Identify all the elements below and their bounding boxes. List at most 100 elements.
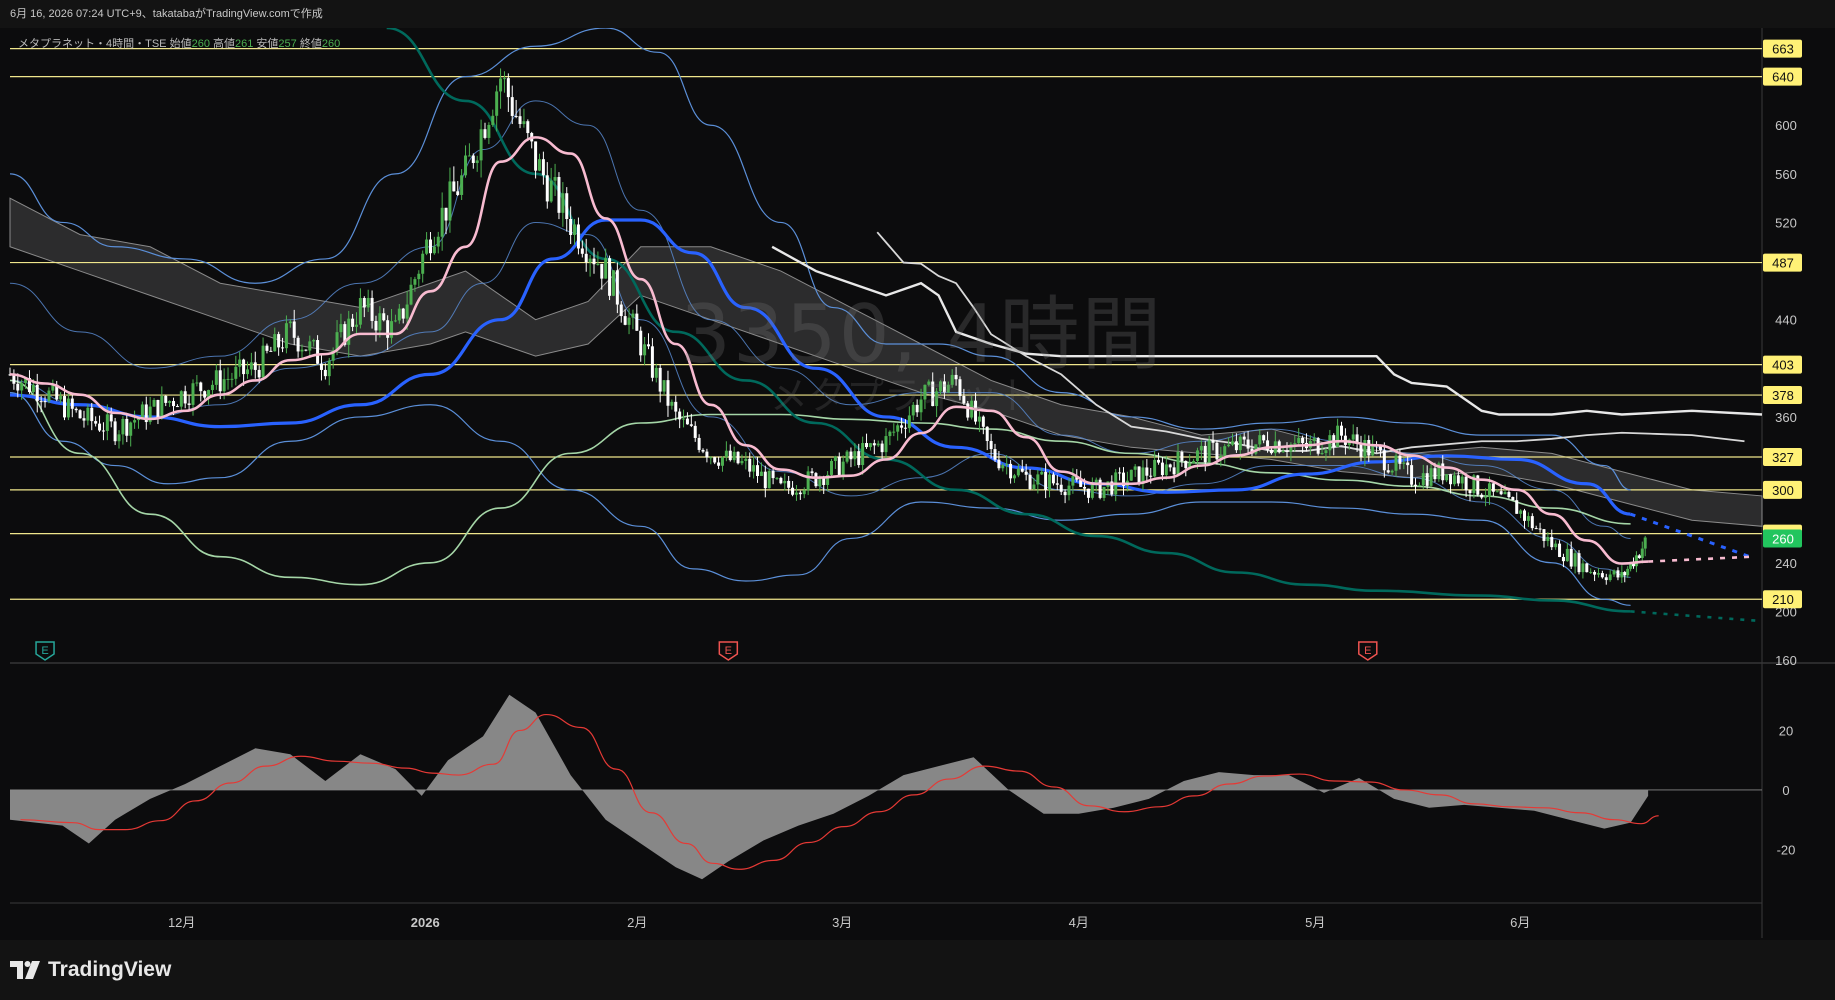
legend-open-value: 260 <box>191 38 210 50</box>
candle-down <box>1009 463 1013 479</box>
candle-down <box>1433 468 1437 480</box>
candle-down <box>74 408 78 411</box>
symbol-legend[interactable]: メタプラネット・4時間・TSE 始値260 高値261 安値257 終値260 <box>18 35 340 51</box>
candle-up <box>1016 468 1020 476</box>
candle-down <box>658 367 662 392</box>
candle-up <box>1581 563 1585 573</box>
time-axis-label: 6月 <box>1510 915 1530 930</box>
legend-high-label: 高値 <box>213 38 235 50</box>
candle-up <box>1129 469 1133 481</box>
candle-down <box>763 471 767 489</box>
candle-down <box>565 193 569 219</box>
candle-down <box>1051 474 1055 484</box>
candle-up <box>226 378 230 380</box>
candle-up <box>66 398 70 418</box>
candle-down <box>257 369 261 378</box>
candle-down <box>323 369 327 377</box>
candle-up <box>448 181 452 221</box>
candle-up <box>191 383 195 405</box>
candle-up <box>1484 496 1488 498</box>
candle-up <box>355 324 359 327</box>
candle-down <box>989 441 993 450</box>
candle-down <box>608 258 612 296</box>
candle-down <box>1406 462 1410 466</box>
candle-up <box>631 313 635 318</box>
candle-up <box>884 436 888 453</box>
candle-down <box>281 347 285 349</box>
candle-down <box>748 458 752 472</box>
candle-up <box>783 480 787 484</box>
candle-down <box>1359 443 1363 458</box>
candle-down <box>580 248 584 254</box>
candle-down <box>1340 425 1344 436</box>
candle-up <box>1176 451 1180 475</box>
candle-down <box>1456 475 1460 484</box>
price-axis-tick-label: 440 <box>1775 313 1797 328</box>
candle-down <box>557 177 561 213</box>
candle-down <box>880 443 884 453</box>
candle-up <box>1297 437 1301 444</box>
candle-down <box>791 487 795 495</box>
candle-down <box>1083 486 1087 489</box>
candle-down <box>351 318 355 327</box>
candle-up <box>234 366 238 379</box>
tradingview-logo[interactable]: TradingView <box>10 956 171 984</box>
candle-down <box>510 97 514 116</box>
price-axis-tick-label: 360 <box>1775 410 1797 425</box>
candle-up <box>892 431 896 433</box>
candle-up <box>121 418 125 435</box>
candle-up <box>312 340 316 342</box>
level-label-text: 300 <box>1772 483 1794 498</box>
candle-up <box>273 334 277 352</box>
candle-down <box>401 308 405 319</box>
candle-down <box>1593 571 1597 575</box>
candle-down <box>319 363 323 370</box>
candle-up <box>845 451 849 462</box>
candle-up <box>479 129 483 161</box>
time-axis-label: 12月 <box>168 915 195 930</box>
level-label-text: 487 <box>1772 256 1794 271</box>
candle-up <box>1320 452 1324 454</box>
candle-down <box>1301 437 1305 443</box>
candle-down <box>584 253 588 263</box>
candle-down <box>43 401 47 403</box>
tradingview-logo-icon <box>10 961 40 979</box>
candle-down <box>90 407 94 422</box>
candle-up <box>238 359 242 367</box>
oscillator-axis-tick-label: -20 <box>1777 842 1796 857</box>
candle-up <box>47 390 51 402</box>
candle-up <box>464 155 468 176</box>
candle-up <box>487 124 491 138</box>
candle-down <box>1059 484 1063 492</box>
candle-down <box>1577 553 1581 573</box>
candle-down <box>1024 471 1028 475</box>
candle-up <box>829 460 833 475</box>
candle-down <box>717 462 721 466</box>
candle-down <box>1285 450 1289 452</box>
candle-down <box>787 480 791 488</box>
candle-down <box>1137 466 1141 484</box>
candle-down <box>82 418 86 421</box>
candle-up <box>1589 571 1593 573</box>
candle-up <box>896 425 900 432</box>
candle-down <box>1168 464 1172 468</box>
candle-up <box>759 471 763 477</box>
candle-down <box>771 470 775 479</box>
candle-up <box>261 345 265 378</box>
candle-down <box>985 426 989 442</box>
legend-open-label: 始値 <box>169 38 192 50</box>
candle-down <box>514 115 518 117</box>
candle-up <box>168 401 172 403</box>
candle-down <box>483 129 487 138</box>
candle-down <box>277 334 281 348</box>
level-label-text: 210 <box>1772 592 1794 607</box>
chart-canvas[interactable]: 12月 2026 2月 3月 4月 5月 6月16020024036044052056060… <box>0 0 1835 1000</box>
candle-down <box>16 383 20 391</box>
candle-down <box>814 473 818 487</box>
current-price-label: 260 <box>1772 531 1794 546</box>
candle-down <box>1523 510 1527 521</box>
candle-up <box>222 379 226 392</box>
candle-down <box>1413 484 1417 486</box>
candle-up <box>308 341 312 351</box>
candle-down <box>1386 470 1390 473</box>
